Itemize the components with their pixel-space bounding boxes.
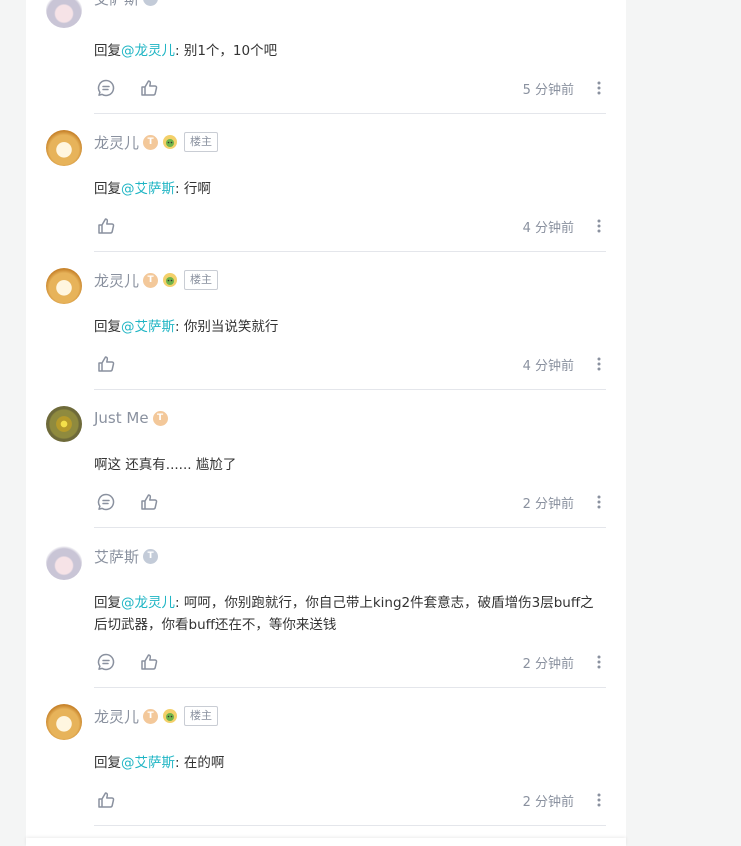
comment-text: 回复@龙灵儿: 呵呵，你别跑就行，你自己带上king2件套意志，破盾增伤3层bu… (94, 595, 594, 633)
divider (94, 251, 606, 252)
username[interactable]: Just Me (94, 409, 149, 427)
comment-text: 回复@艾萨斯: 在的啊 (94, 755, 225, 771)
thumbs-up-icon[interactable] (96, 216, 116, 236)
comment-actions: 4 分钟前 (94, 352, 606, 376)
vertical-ellipsis-icon[interactable] (594, 790, 604, 810)
mention-link[interactable]: @龙灵儿 (121, 43, 175, 59)
user-level-badge: T (143, 548, 159, 564)
vertical-ellipsis-icon[interactable] (594, 354, 604, 374)
avatar[interactable] (46, 704, 82, 740)
vertical-ellipsis-icon[interactable] (594, 492, 604, 512)
owner-tag: 楼主 (184, 132, 219, 152)
avatar[interactable] (46, 268, 82, 304)
comment-time: 2 分钟前 (522, 795, 574, 810)
avatar[interactable] (46, 130, 82, 166)
comment-text: 回复@艾萨斯: 行啊 (94, 181, 211, 197)
medal-icon (162, 272, 178, 288)
divider (94, 687, 606, 688)
comment-time: 2 分钟前 (522, 497, 574, 512)
comment-time: 4 分钟前 (522, 359, 574, 374)
comment-text: 回复@龙灵儿: 别1个，10个吧 (94, 43, 278, 59)
comment-actions: 2 分钟前 (94, 490, 606, 514)
mention-link[interactable]: @艾萨斯 (121, 181, 175, 197)
owner-tag: 楼主 (184, 270, 219, 290)
user-level-badge: T (152, 410, 168, 426)
comment-bubble-icon[interactable] (96, 492, 116, 512)
mention-link[interactable]: @龙灵儿 (121, 595, 175, 611)
comment-bubble-icon[interactable] (96, 78, 116, 98)
comment-time: 2 分钟前 (522, 657, 574, 672)
username[interactable]: 龙灵儿 (94, 132, 139, 153)
comment-actions: 4 分钟前 (94, 214, 606, 238)
divider (94, 113, 606, 114)
user-level-badge: T (143, 134, 159, 150)
divider (94, 527, 606, 528)
comment-actions: 5 分钟前 (94, 76, 606, 100)
comment-actions: 2 分钟前 (94, 788, 606, 812)
username[interactable]: 艾萨斯 (94, 0, 139, 9)
vertical-ellipsis-icon[interactable] (594, 652, 604, 672)
comment-text: 回复@艾萨斯: 你别当说笑就行 (94, 319, 279, 335)
thumbs-up-icon[interactable] (96, 790, 116, 810)
owner-tag: 楼主 (184, 706, 219, 726)
vertical-ellipsis-icon[interactable] (594, 216, 604, 236)
mention-link[interactable]: @艾萨斯 (121, 755, 175, 771)
comment-bubble-icon[interactable] (96, 652, 116, 672)
user-level-badge: T (143, 272, 159, 288)
avatar[interactable] (46, 544, 82, 580)
thumbs-up-icon[interactable] (139, 78, 159, 98)
vertical-ellipsis-icon[interactable] (594, 78, 604, 98)
medal-icon (162, 134, 178, 150)
comment-actions: 2 分钟前 (94, 650, 606, 674)
avatar[interactable] (46, 0, 82, 28)
avatar[interactable] (46, 406, 82, 442)
user-level-badge: T (143, 0, 159, 6)
username[interactable]: 龙灵儿 (94, 706, 139, 727)
divider (94, 389, 606, 390)
next-card-edge (26, 838, 626, 846)
comment-text: 啊这 还真有...... 尴尬了 (94, 457, 237, 473)
divider (94, 825, 606, 826)
thumbs-up-icon[interactable] (139, 652, 159, 672)
comment-list: 艾萨斯 T 回复@龙灵儿: 别1个，10个吧 5 分钟前 龙灵儿 T (26, 0, 626, 846)
thumbs-up-icon[interactable] (139, 492, 159, 512)
thumbs-up-icon[interactable] (96, 354, 116, 374)
comment-time: 5 分钟前 (522, 83, 574, 98)
username[interactable]: 艾萨斯 (94, 546, 139, 567)
comment-time: 4 分钟前 (522, 221, 574, 236)
user-level-badge: T (143, 708, 159, 724)
medal-icon (162, 708, 178, 724)
username[interactable]: 龙灵儿 (94, 270, 139, 291)
mention-link[interactable]: @艾萨斯 (121, 319, 175, 335)
